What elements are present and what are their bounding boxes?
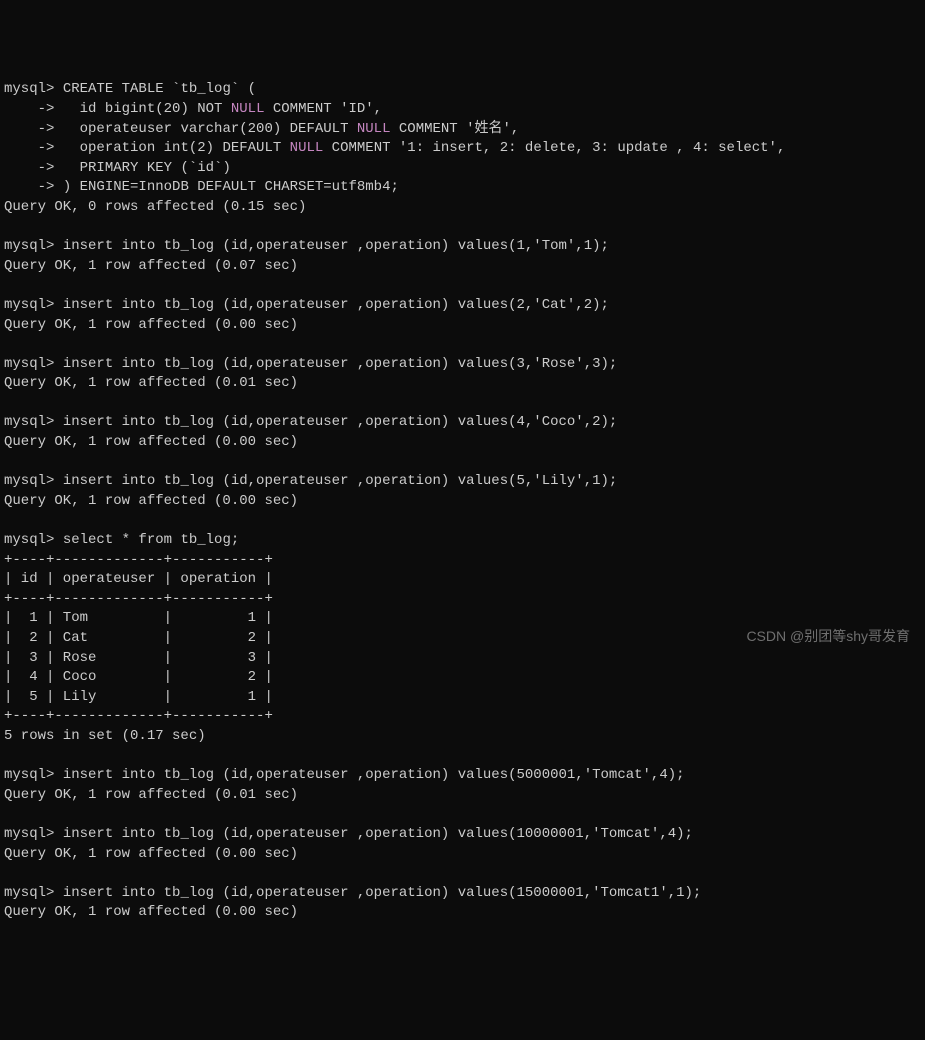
prompt: mysql> <box>4 81 54 97</box>
sql-text: insert into tb_log (id,operateuser ,oper… <box>54 238 609 254</box>
sql-text: Query OK, 1 row affected (0.00 sec) <box>4 904 298 920</box>
sql-text: | 5 | Lily | 1 | <box>4 689 273 705</box>
prompt: -> <box>4 179 54 195</box>
sql-text: insert into tb_log (id,operateuser ,oper… <box>54 885 701 901</box>
prompt: -> <box>4 160 54 176</box>
prompt: -> <box>4 101 54 117</box>
prompt: mysql> <box>4 885 54 901</box>
sql-text: | 4 | Coco | 2 | <box>4 669 273 685</box>
sql-text: PRIMARY KEY (`id`) <box>54 160 230 176</box>
sql-text: operateuser varchar(200) DEFAULT <box>54 121 356 137</box>
sql-text: insert into tb_log (id,operateuser ,oper… <box>54 473 617 489</box>
sql-text: insert into tb_log (id,operateuser ,oper… <box>54 414 617 430</box>
prompt: -> <box>4 121 54 137</box>
sql-text: | 3 | Rose | 3 | <box>4 650 273 666</box>
sql-text: 5 rows in set (0.17 sec) <box>4 728 206 744</box>
prompt: mysql> <box>4 356 54 372</box>
sql-text: Query OK, 0 rows affected (0.15 sec) <box>4 199 306 215</box>
prompt: mysql> <box>4 532 54 548</box>
sql-text: Query OK, 1 row affected (0.07 sec) <box>4 258 298 274</box>
terminal-output[interactable]: mysql> CREATE TABLE `tb_log` ( -> id big… <box>4 80 921 923</box>
sql-text: +----+-------------+-----------+ <box>4 552 273 568</box>
sql-text: Query OK, 1 row affected (0.00 sec) <box>4 434 298 450</box>
sql-text: ) ENGINE=InnoDB DEFAULT CHARSET=utf8mb4; <box>54 179 398 195</box>
null-keyword: NULL <box>290 140 324 156</box>
sql-text: | 1 | Tom | 1 | <box>4 610 273 626</box>
sql-text: | id | operateuser | operation | <box>4 571 273 587</box>
null-keyword: NULL <box>357 121 391 137</box>
sql-text: CREATE TABLE `tb_log` ( <box>54 81 256 97</box>
sql-text: +----+-------------+-----------+ <box>4 708 273 724</box>
sql-text: COMMENT '1: insert, 2: delete, 3: update… <box>323 140 785 156</box>
sql-text: id bigint(20) NOT <box>54 101 230 117</box>
sql-text: insert into tb_log (id,operateuser ,oper… <box>54 767 684 783</box>
prompt: mysql> <box>4 238 54 254</box>
sql-text: Query OK, 1 row affected (0.00 sec) <box>4 493 298 509</box>
sql-text: insert into tb_log (id,operateuser ,oper… <box>54 356 617 372</box>
sql-text: COMMENT '姓名', <box>390 121 519 137</box>
sql-text: select * from tb_log; <box>54 532 239 548</box>
sql-text: +----+-------------+-----------+ <box>4 591 273 607</box>
sql-text: | 2 | Cat | 2 | <box>4 630 273 646</box>
sql-text: Query OK, 1 row affected (0.01 sec) <box>4 375 298 391</box>
prompt: mysql> <box>4 826 54 842</box>
sql-text: COMMENT 'ID', <box>264 101 382 117</box>
null-keyword: NULL <box>231 101 265 117</box>
prompt: -> <box>4 140 54 156</box>
sql-text: insert into tb_log (id,operateuser ,oper… <box>54 826 693 842</box>
prompt: mysql> <box>4 473 54 489</box>
watermark: CSDN @别团等shy哥发育 <box>746 627 910 647</box>
sql-text: insert into tb_log (id,operateuser ,oper… <box>54 297 609 313</box>
prompt: mysql> <box>4 297 54 313</box>
prompt: mysql> <box>4 767 54 783</box>
sql-text: Query OK, 1 row affected (0.00 sec) <box>4 846 298 862</box>
sql-text: operation int(2) DEFAULT <box>54 140 289 156</box>
sql-text: Query OK, 1 row affected (0.00 sec) <box>4 317 298 333</box>
prompt: mysql> <box>4 414 54 430</box>
sql-text: Query OK, 1 row affected (0.01 sec) <box>4 787 298 803</box>
